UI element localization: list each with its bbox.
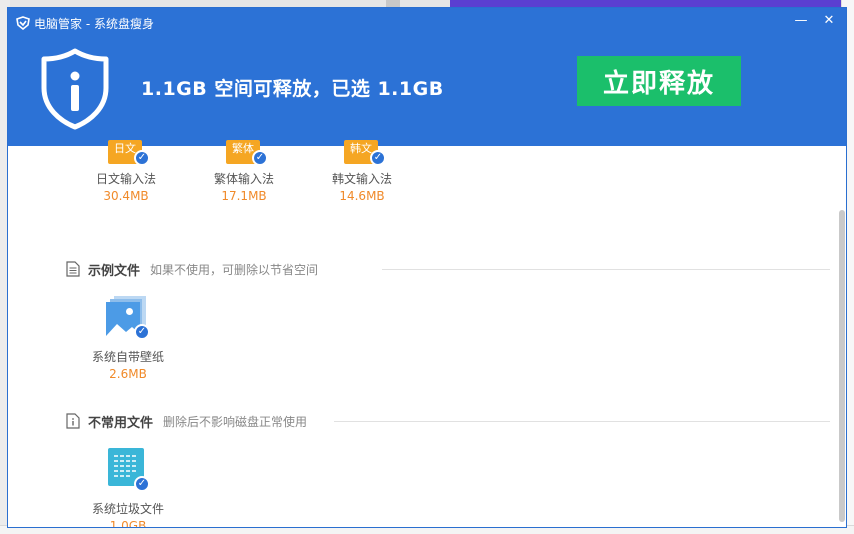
item-size: 2.6MB xyxy=(109,367,147,381)
content-area: 日文 ✓ 日文输入法 30.4MB 繁体 ✓ 繁体输入法 17.1MB 韩文 ✓… xyxy=(8,140,846,527)
title-bar: 电脑管家 - 系统盘瘦身 xyxy=(16,14,154,32)
checked-icon[interactable]: ✓ xyxy=(252,150,268,166)
checked-icon[interactable]: ✓ xyxy=(370,150,386,166)
folder-icon: 繁体 ✓ xyxy=(224,134,268,168)
item-name: 繁体输入法 xyxy=(213,172,274,186)
junk-file-icon: ✓ xyxy=(106,448,150,494)
close-button[interactable]: ✕ xyxy=(822,14,836,28)
section-title: 示例文件 xyxy=(88,263,141,279)
item-name: 系统垃圾文件 xyxy=(91,502,164,516)
section-title: 不常用文件 xyxy=(88,415,154,431)
folder-icon: 日文 ✓ xyxy=(106,134,150,168)
background-strip xyxy=(386,0,400,8)
checked-icon[interactable]: ✓ xyxy=(134,476,150,492)
section-divider xyxy=(382,269,830,270)
wallpaper-icon: ✓ xyxy=(106,296,150,342)
shield-info-icon xyxy=(41,48,109,130)
section-rare-files: 不常用文件 删除后不影响磁盘正常使用 xyxy=(66,412,308,431)
section-sample-files: 示例文件 如果不使用，可删除以节省空间 xyxy=(66,260,319,279)
pc-manager-logo-icon xyxy=(16,16,30,30)
folder-icon: 韩文 ✓ xyxy=(342,134,386,168)
release-summary: 1.1GB 空间可释放，已选 1.1GB xyxy=(141,78,444,100)
item-size: 1.0GB xyxy=(109,519,147,527)
checked-icon[interactable]: ✓ xyxy=(134,324,150,340)
disk-slim-window: 电脑管家 - 系统盘瘦身 — ✕ 1.1GB 空间可释放，已选 1.1GB 立即… xyxy=(8,8,846,527)
section-desc: 删除后不影响磁盘正常使用 xyxy=(163,414,308,429)
section-divider xyxy=(334,421,830,422)
list-item-ime-traditional[interactable]: 繁体 ✓ 繁体输入法 17.1MB xyxy=(194,140,294,203)
item-name: 韩文输入法 xyxy=(331,172,392,186)
list-item-system-wallpaper[interactable]: ✓ 系统自带壁纸 2.6MB xyxy=(78,296,178,381)
section-desc: 如果不使用，可删除以节省空间 xyxy=(150,262,319,277)
item-size: 30.4MB xyxy=(103,189,149,203)
header-banner: 电脑管家 - 系统盘瘦身 — ✕ 1.1GB 空间可释放，已选 1.1GB 立即… xyxy=(8,8,846,146)
background-purple-window xyxy=(450,0,854,8)
window-controls: — ✕ xyxy=(794,14,836,28)
item-size: 14.6MB xyxy=(339,189,385,203)
release-now-button[interactable]: 立即释放 xyxy=(577,56,741,106)
info-doc-icon xyxy=(66,413,80,429)
item-size: 17.1MB xyxy=(221,189,267,203)
background-window-top xyxy=(0,0,450,8)
list-item-ime-korean[interactable]: 韩文 ✓ 韩文输入法 14.6MB xyxy=(312,140,412,203)
vertical-scrollbar[interactable] xyxy=(838,206,846,526)
minimize-button[interactable]: — xyxy=(794,14,808,28)
checked-icon[interactable]: ✓ xyxy=(134,150,150,166)
list-item-system-junk[interactable]: ✓ 系统垃圾文件 1.0GB xyxy=(78,448,178,527)
list-item-ime-japanese[interactable]: 日文 ✓ 日文输入法 30.4MB xyxy=(76,140,176,203)
document-icon xyxy=(66,261,80,277)
item-name: 日文输入法 xyxy=(95,172,156,186)
item-name: 系统自带壁纸 xyxy=(91,350,164,364)
scrollbar-thumb[interactable] xyxy=(839,210,845,522)
window-title: 电脑管家 - 系统盘瘦身 xyxy=(34,16,154,31)
